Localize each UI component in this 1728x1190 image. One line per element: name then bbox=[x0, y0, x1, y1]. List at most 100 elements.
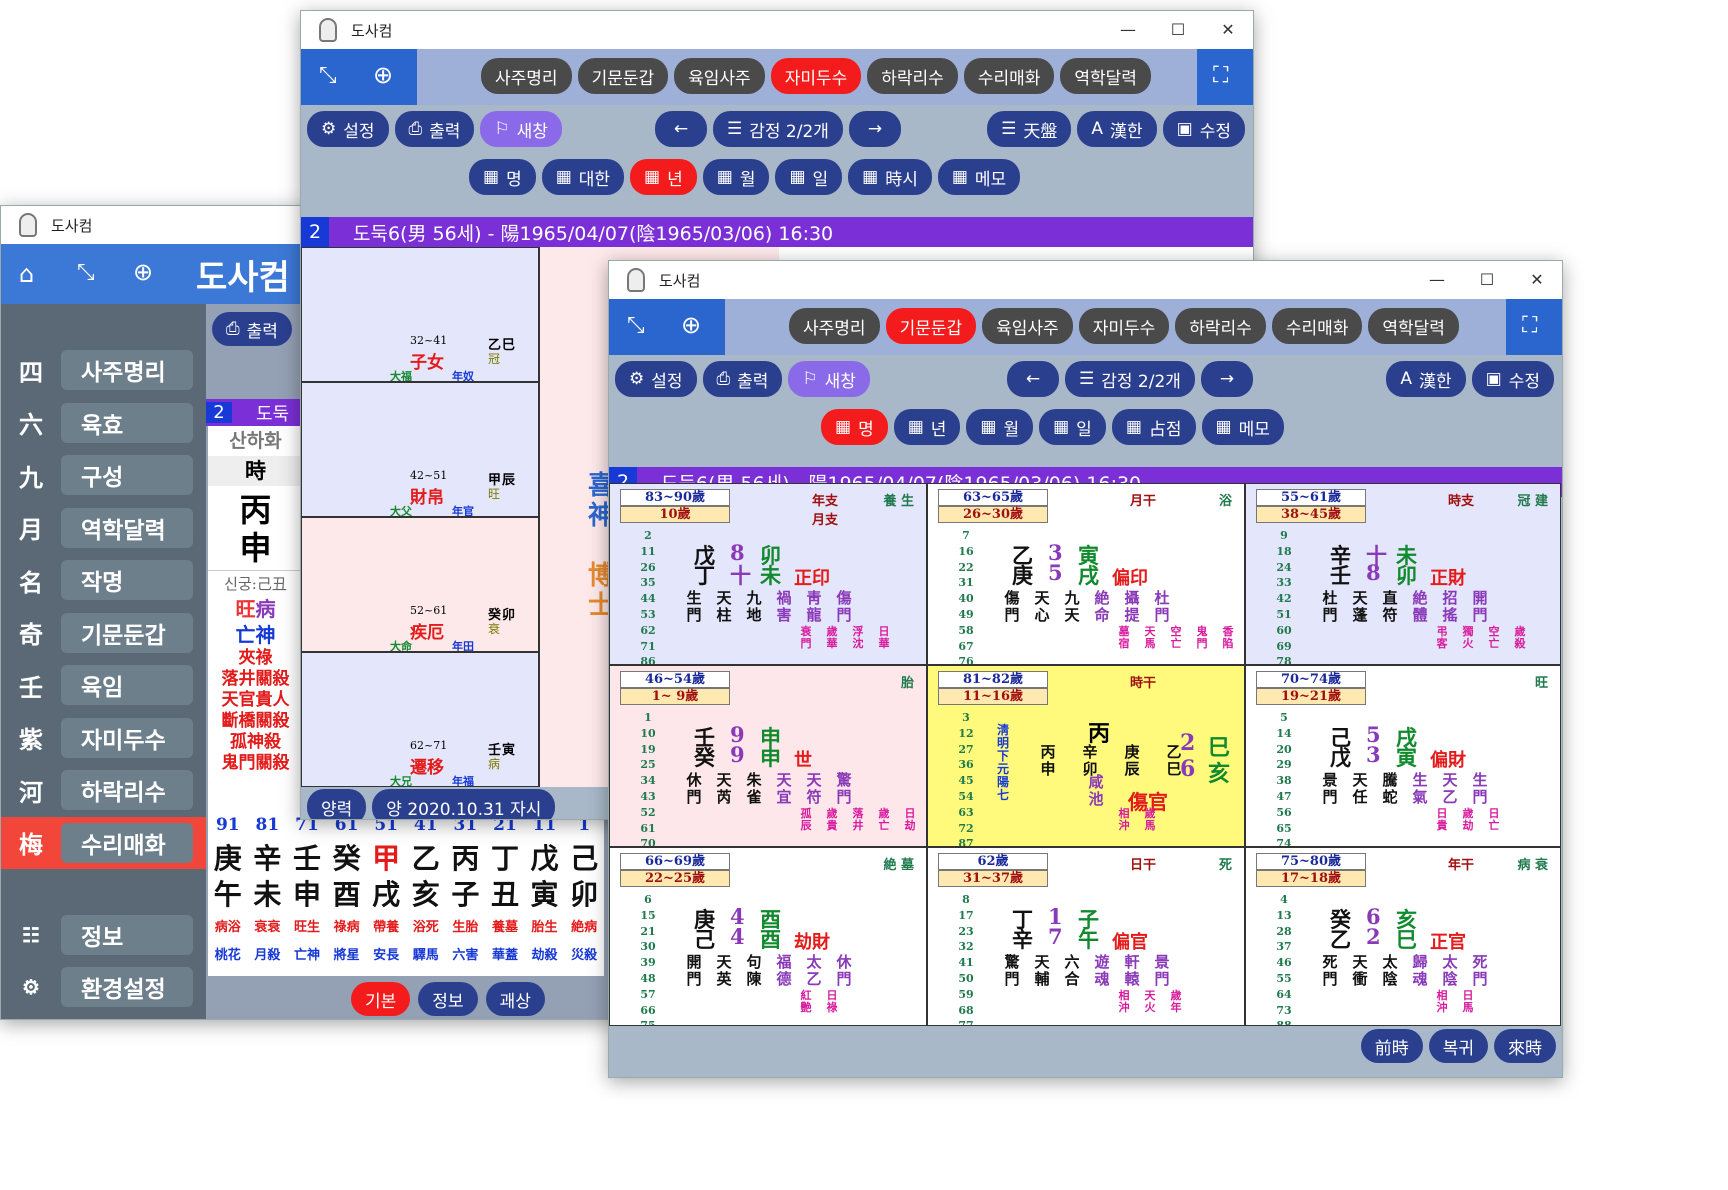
close-button[interactable]: ✕ bbox=[1512, 261, 1562, 299]
menu-item[interactable]: 역학달력 bbox=[1060, 58, 1151, 94]
gimun-cell[interactable]: 75~80歲 17~18歲 4 13 28 37 46 55 64 73 88 年干病 衰癸乙62亥巳… bbox=[1245, 847, 1561, 1026]
date-button[interactable]: 양 2020.10.31 자시 bbox=[372, 789, 556, 819]
footer-button[interactable]: 前時 bbox=[1360, 1029, 1423, 1063]
view-tab[interactable]: ▦ 時시 bbox=[848, 159, 932, 195]
palace-cell[interactable]: 32~41 子女乙巳冠大福 年奴 bbox=[301, 247, 539, 382]
tab-0[interactable]: 기본 bbox=[351, 982, 411, 1016]
tab-1[interactable]: 정보 bbox=[418, 982, 478, 1016]
sidebar-item[interactable]: 紫 자미두수 bbox=[1, 712, 206, 764]
home-icon[interactable]: ⌂ bbox=[19, 260, 34, 288]
gate-column: 開門 bbox=[1472, 589, 1488, 624]
print-button[interactable]: ⎙ 출력 bbox=[702, 361, 783, 397]
view-tab[interactable]: ▦ 월 bbox=[702, 159, 770, 195]
edit-button[interactable]: ▣ 수정 bbox=[1471, 361, 1554, 397]
age-box: 70~74歲 19~21歲 bbox=[1256, 671, 1366, 705]
view-tab[interactable]: ▦ 명 bbox=[821, 409, 888, 445]
next-button[interactable]: → bbox=[848, 111, 901, 147]
menu-item[interactable]: 육임사주 bbox=[982, 308, 1073, 344]
menu-item[interactable]: 수리매화 bbox=[1271, 308, 1363, 344]
view-tab[interactable]: ▦ 일 bbox=[775, 159, 843, 195]
menu-item[interactable]: 육임사주 bbox=[674, 58, 765, 94]
gimun-cell[interactable]: 63~65歲26~30歲7162231404958677682月干浴乙庚35寅戌… bbox=[927, 483, 1245, 665]
sidebar-item[interactable]: 河 하락리수 bbox=[1, 764, 206, 816]
menu-item[interactable]: 자미두수 bbox=[770, 58, 862, 94]
title-bar[interactable]: 도사컴 — ☐ ✕ bbox=[609, 261, 1562, 299]
palace-cell[interactable]: 52~61 疾厄癸卯衰大命 年田 bbox=[301, 517, 539, 652]
edit-button[interactable]: ▣ 수정 bbox=[1162, 111, 1245, 147]
minimize-button[interactable]: — bbox=[1103, 11, 1153, 49]
footer-button[interactable]: 복귀 bbox=[1428, 1029, 1488, 1063]
sidebar-bottom-item[interactable]: ☷ 정보 bbox=[1, 909, 206, 961]
view-tab[interactable]: ▦ 년 bbox=[893, 409, 961, 445]
gimun-cell[interactable]: 55~61歲38~45歲9182433425160697884時支冠 建辛壬十8… bbox=[1245, 483, 1561, 665]
zoom-icon[interactable]: ⊕ bbox=[681, 311, 701, 339]
fullscreen-button[interactable]: ⛶ bbox=[1506, 299, 1562, 355]
menu-item[interactable]: 하락리수 bbox=[867, 58, 958, 94]
view-tab[interactable]: ▦ 명 bbox=[469, 159, 536, 195]
view-tab[interactable]: ▦ 월 bbox=[966, 409, 1034, 445]
view-tab[interactable]: ▦ 일 bbox=[1039, 409, 1106, 445]
collapse-icon[interactable]: ⤡ bbox=[627, 313, 645, 338]
gimun-cell[interactable]: 83~90歲 10歲 2 11 26 35 44 53 62 71 86 年支 月支養 生戊丁8十卯未… bbox=[609, 483, 927, 665]
singung-label: 신궁:己丑 bbox=[208, 570, 303, 596]
sidebar-item[interactable]: 奇 기문둔갑 bbox=[1, 607, 206, 659]
new-window-button[interactable]: ⚐ 새창 bbox=[788, 361, 870, 397]
menu-item[interactable]: 하락리수 bbox=[1175, 308, 1266, 344]
sidebar-item[interactable]: 月 역학달력 bbox=[1, 502, 206, 554]
menu-item[interactable]: 자미두수 bbox=[1078, 308, 1170, 344]
maximize-button[interactable]: ☐ bbox=[1153, 11, 1203, 49]
view-tab[interactable]: ▦ 메모 bbox=[1201, 409, 1284, 445]
sidebar-item[interactable]: 梅 수리매화 bbox=[1, 816, 206, 869]
zoom-icon[interactable]: ⊕ bbox=[373, 61, 393, 89]
minimize-button[interactable]: — bbox=[1412, 261, 1462, 299]
view-tab[interactable]: ▦ 占점 bbox=[1111, 409, 1196, 445]
palace-cell[interactable]: 62~71 遷移壬寅病大兄 年福 bbox=[301, 652, 539, 787]
sidebar-item[interactable]: 壬 육임 bbox=[1, 659, 206, 711]
menu-item[interactable]: 기문둔갑 bbox=[885, 308, 977, 344]
footer-button[interactable]: 來時 bbox=[1494, 1029, 1556, 1063]
print-button[interactable]: ⎙ 출력 bbox=[212, 312, 292, 346]
prev-button[interactable]: ← bbox=[655, 111, 707, 147]
menu-item[interactable]: 역학달력 bbox=[1368, 308, 1459, 344]
sinsal-column: 歲華 bbox=[826, 625, 838, 650]
hanja-button[interactable]: A 漢한 bbox=[1077, 111, 1157, 147]
view-tab[interactable]: ▦ 년 bbox=[630, 159, 697, 195]
print-button[interactable]: ⎙ 출력 bbox=[394, 111, 475, 147]
hanja-button[interactable]: A 漢한 bbox=[1386, 361, 1466, 397]
menu-item[interactable]: 기문둔갑 bbox=[577, 58, 669, 94]
sidebar-item[interactable]: 名 작명 bbox=[1, 554, 206, 606]
menu-item[interactable]: 수리매화 bbox=[963, 58, 1055, 94]
view-tab[interactable]: ▦ 메모 bbox=[937, 159, 1021, 195]
palace-cell[interactable]: 42~51 財帛甲辰旺大父 年官 bbox=[301, 382, 539, 517]
gimun-cell[interactable]: 66~69歲22~25歲6152130394857667581絶 墓庚己44酉酉… bbox=[609, 847, 927, 1026]
gamjeong-button[interactable]: ☰ 감정 2/2개 bbox=[713, 111, 843, 147]
view-tab[interactable]: ▦ 대한 bbox=[541, 159, 625, 195]
palace-age: 32~41 bbox=[410, 334, 448, 347]
prev-button[interactable]: ← bbox=[1007, 361, 1059, 397]
fullscreen-button[interactable]: ⛶ bbox=[1197, 49, 1253, 105]
close-button[interactable]: ✕ bbox=[1203, 11, 1253, 49]
gamjeong-button[interactable]: ☰ 감정 2/2개 bbox=[1065, 361, 1195, 397]
calendar-type-button[interactable]: 양력 bbox=[307, 789, 367, 819]
zoom-icon[interactable]: ⊕ bbox=[133, 258, 153, 286]
sidebar-item[interactable]: 四 사주명리 bbox=[1, 344, 206, 396]
maximize-button[interactable]: ☐ bbox=[1462, 261, 1512, 299]
sidebar-item[interactable]: 九 구성 bbox=[1, 449, 206, 501]
tab-2[interactable]: 괘상 bbox=[485, 982, 545, 1016]
collapse-icon[interactable]: ⤡ bbox=[77, 260, 95, 285]
tianpan-button[interactable]: ☰ 天盤 bbox=[987, 111, 1072, 147]
gimun-cell[interactable]: 46~54歲1~ 9歲1101925344352617079胎壬癸99申申世休門… bbox=[609, 665, 927, 847]
sidebar-item[interactable]: 六 육효 bbox=[1, 397, 206, 449]
menu-item[interactable]: 사주명리 bbox=[789, 308, 880, 344]
collapse-icon[interactable]: ⤡ bbox=[319, 63, 337, 88]
settings-button[interactable]: ⚙ 설정 bbox=[307, 111, 389, 147]
next-button[interactable]: → bbox=[1200, 361, 1253, 397]
gimun-cell[interactable]: 62歲31~37歲8172332415059687783日干死丁辛17子午偏官驚… bbox=[927, 847, 1245, 1026]
settings-button[interactable]: ⚙ 설정 bbox=[615, 361, 697, 397]
menu-item[interactable]: 사주명리 bbox=[481, 58, 572, 94]
title-bar[interactable]: 도사컴 — ☐ ✕ bbox=[301, 11, 1253, 49]
sidebar-bottom-item[interactable]: ⚙ 환경설정 bbox=[1, 961, 206, 1013]
gimun-cell[interactable]: 70~74歲19~21歲5142029384756657480旺己戊53戌寅偏財… bbox=[1245, 665, 1561, 847]
new-window-button[interactable]: ⚐ 새창 bbox=[480, 111, 562, 147]
gimun-cell[interactable]: 81~82歲 11~16歲 3 12 27 36 45 54 63 72 87 時干丙丙申 辛卯 庚辰 乙巳… bbox=[927, 665, 1245, 847]
